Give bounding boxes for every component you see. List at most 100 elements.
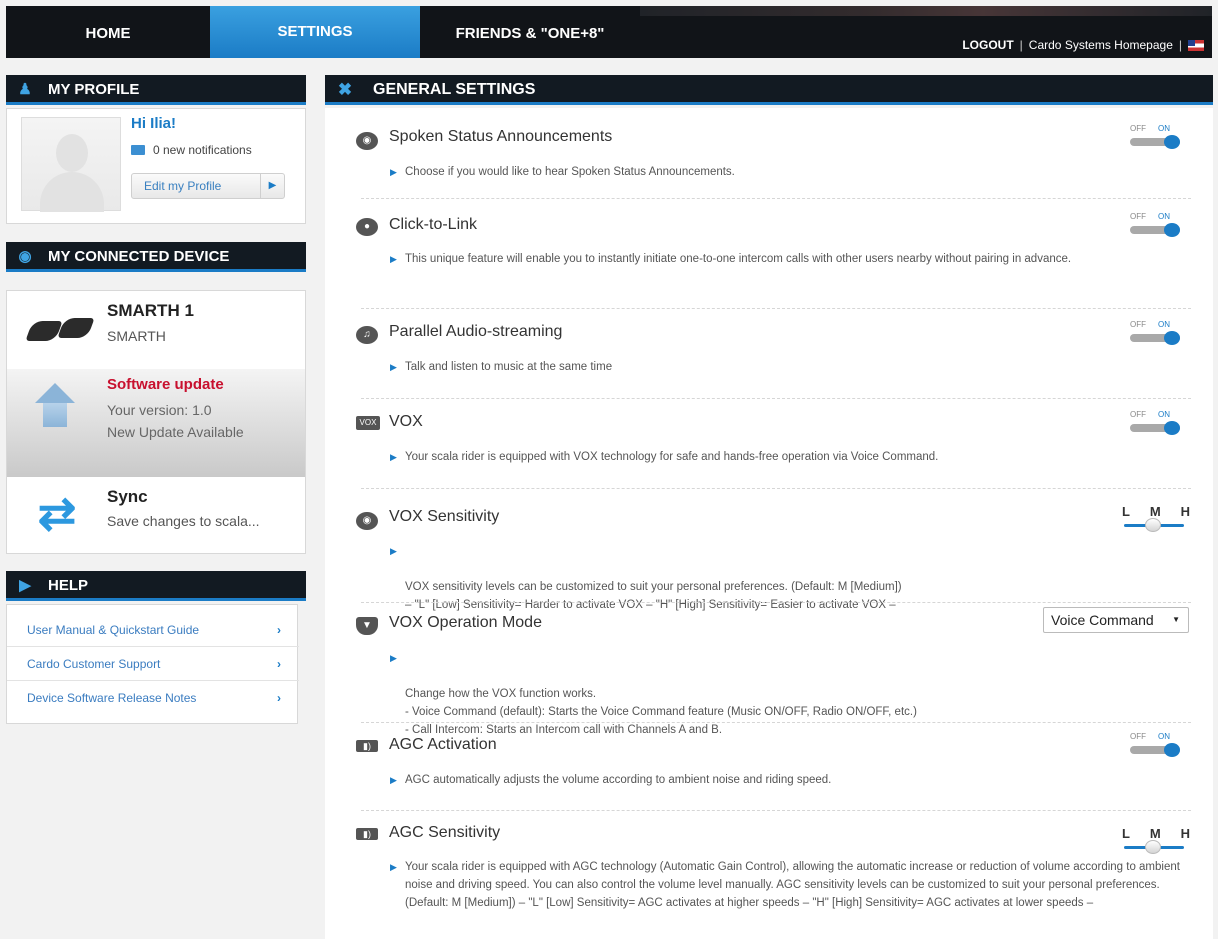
level-high: H xyxy=(1180,826,1190,841)
toggle-switch[interactable]: OFF ON xyxy=(1128,320,1188,350)
slider-knob[interactable] xyxy=(1145,840,1161,854)
general-settings-panel: ◉ Spoken Status Announcements OFF ON ▶ C… xyxy=(325,108,1213,939)
homepage-link[interactable]: Cardo Systems Homepage xyxy=(1029,38,1173,52)
upload-arrow-icon xyxy=(35,383,75,433)
shield-icon: ▼ xyxy=(356,617,378,635)
banner-decoration xyxy=(640,6,1212,16)
profile-panel: Hi Ilia! 0 new notifications Edit my Pro… xyxy=(6,108,306,224)
divider xyxy=(361,810,1191,811)
divider xyxy=(361,398,1191,399)
slider-knob[interactable] xyxy=(1145,518,1161,532)
volume-icon: ▮) xyxy=(356,828,378,840)
level-medium: M xyxy=(1149,504,1161,519)
update-title: Software update xyxy=(107,376,224,393)
user-icon: ♟ xyxy=(18,81,32,98)
tab-home[interactable]: HOME xyxy=(6,6,210,58)
help-link-user-manual[interactable]: User Manual & Quickstart Guide › xyxy=(7,613,299,647)
device-header-label: MY CONNECTED DEVICE xyxy=(48,248,230,265)
volume-icon: ▮) xyxy=(356,740,378,752)
bullet-icon: ▶ xyxy=(390,546,397,556)
toggle-off-label: OFF xyxy=(1130,212,1146,221)
chevron-down-icon: ▼ xyxy=(1172,615,1180,624)
device-model: SMARTH xyxy=(107,328,166,344)
chevron-right-icon: › xyxy=(277,691,281,705)
toggle-on-label: ON xyxy=(1158,212,1170,221)
setting-description: ▶ VOX sensitivity levels can be customiz… xyxy=(390,542,1191,614)
level-low: L xyxy=(1122,826,1130,841)
tab-settings[interactable]: SETTINGS xyxy=(210,6,420,58)
help-header: ▶ HELP xyxy=(6,571,306,601)
play-arrow-icon: ▶ xyxy=(260,174,284,198)
bullet-icon: ▶ xyxy=(390,775,397,785)
headset-icon xyxy=(23,318,95,345)
top-navigation: HOME SETTINGS FRIENDS & "ONE+8" LOGOUT |… xyxy=(6,6,1212,58)
toggle-switch[interactable]: OFF ON xyxy=(1128,732,1188,762)
divider xyxy=(361,488,1191,489)
avatar[interactable] xyxy=(21,117,121,212)
device-header: ◉ MY CONNECTED DEVICE xyxy=(6,242,306,272)
setting-title: Spoken Status Announcements xyxy=(389,128,613,145)
level-medium: M xyxy=(1149,826,1161,841)
toggle-on-label: ON xyxy=(1158,320,1170,329)
notifications-label: 0 new notifications xyxy=(153,143,252,157)
divider: | xyxy=(1019,38,1023,52)
notifications[interactable]: 0 new notifications xyxy=(131,143,252,157)
speaker-icon: ◉ xyxy=(356,132,378,150)
setting-description: ▶ Your scala rider is equipped with VOX … xyxy=(390,448,1191,466)
tab-friends[interactable]: FRIENDS & "ONE+8" xyxy=(420,6,640,58)
greeting: Hi Ilia! xyxy=(131,115,177,132)
edit-profile-button[interactable]: Edit my Profile ▶ xyxy=(131,173,285,199)
bullet-icon: ▶ xyxy=(390,862,397,872)
top-links: LOGOUT | Cardo Systems Homepage | xyxy=(962,38,1204,52)
sensitivity-slider[interactable]: L M H xyxy=(1122,504,1190,538)
help-panel: User Manual & Quickstart Guide › Cardo C… xyxy=(6,604,299,724)
setting-title: VOX Sensitivity xyxy=(389,508,500,525)
help-link-label: User Manual & Quickstart Guide xyxy=(27,623,200,637)
device-name: SMARTH 1 xyxy=(107,301,194,320)
divider xyxy=(361,308,1191,309)
toggle-switch[interactable]: OFF ON xyxy=(1128,410,1188,440)
bullet-icon: ▶ xyxy=(390,254,397,264)
level-low: L xyxy=(1122,504,1130,519)
bullet-icon: ▶ xyxy=(390,362,397,372)
edit-profile-label: Edit my Profile xyxy=(144,179,222,193)
divider xyxy=(361,602,1191,603)
toggle-on-label: ON xyxy=(1158,410,1170,419)
setting-title: VOX xyxy=(389,413,423,430)
profile-header-label: MY PROFILE xyxy=(48,81,140,98)
setting-description: ▶ This unique feature will enable you to… xyxy=(390,250,1191,268)
select-value: Voice Command xyxy=(1051,612,1154,628)
sync-subtitle: Save changes to scala... xyxy=(107,513,260,529)
toggle-off-label: OFF xyxy=(1130,732,1146,741)
bullet-icon: ▶ xyxy=(390,167,397,177)
video-icon: ▶ xyxy=(19,577,31,594)
sync-icon[interactable]: ⇄ xyxy=(33,489,81,537)
setting-title: Click-to-Link xyxy=(389,216,478,233)
bullet-icon: ▶ xyxy=(390,452,397,462)
toggle-off-label: OFF xyxy=(1130,320,1146,329)
update-status: New Update Available xyxy=(107,424,244,440)
divider xyxy=(361,722,1191,723)
software-update[interactable]: Software update Your version: 1.0 New Up… xyxy=(7,369,305,477)
vox-mode-select[interactable]: Voice Command ▼ xyxy=(1043,607,1189,633)
logout-link[interactable]: LOGOUT xyxy=(962,38,1013,52)
toggle-switch[interactable]: OFF ON xyxy=(1128,124,1188,154)
help-link-release-notes[interactable]: Device Software Release Notes › xyxy=(7,681,299,715)
flag-icon[interactable] xyxy=(1188,39,1204,51)
version-text: Your version: 1.0 xyxy=(107,402,212,418)
setting-description: ▶ Choose if you would like to hear Spoke… xyxy=(390,163,1191,181)
toggle-switch[interactable]: OFF ON xyxy=(1128,212,1188,242)
bullet-icon: ▶ xyxy=(390,653,397,663)
sync-title[interactable]: Sync xyxy=(107,487,148,507)
help-link-customer-support[interactable]: Cardo Customer Support › xyxy=(7,647,299,681)
setting-description: ▶ AGC automatically adjusts the volume a… xyxy=(390,771,1191,789)
toggle-on-label: ON xyxy=(1158,732,1170,741)
toggle-off-label: OFF xyxy=(1130,124,1146,133)
music-icon: ♫ xyxy=(356,326,378,344)
toggle-off-label: OFF xyxy=(1130,410,1146,419)
help-link-label: Cardo Customer Support xyxy=(27,657,161,671)
setting-title: AGC Sensitivity xyxy=(389,824,501,841)
chevron-right-icon: › xyxy=(277,623,281,637)
level-high: H xyxy=(1180,504,1190,519)
sensitivity-slider[interactable]: L M H xyxy=(1122,826,1190,860)
